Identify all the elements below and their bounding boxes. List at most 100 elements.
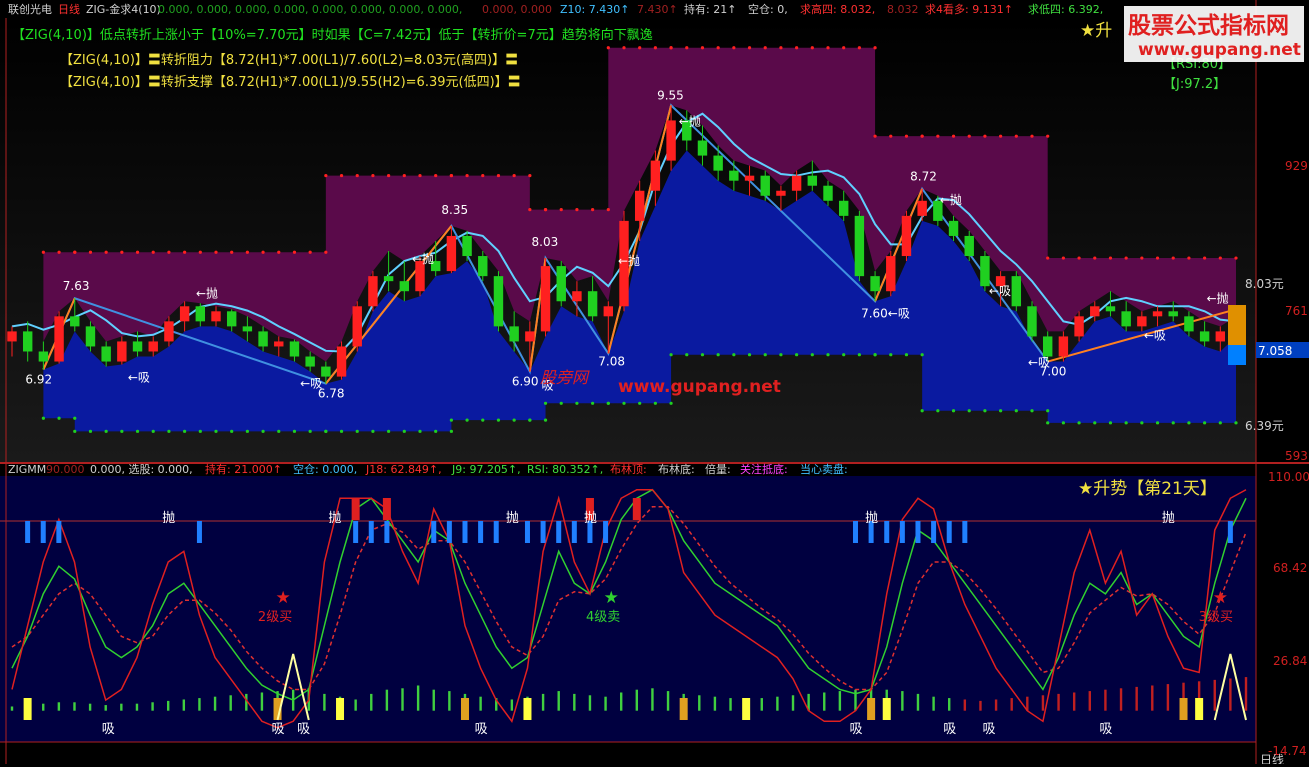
sell-tick [603, 521, 609, 543]
support-dot [920, 353, 924, 357]
support-dot [653, 401, 657, 405]
candle-body [7, 331, 17, 342]
j-note: 【J:97.2】 [1163, 77, 1226, 92]
trend-status: ★升势【第21天】 [1078, 479, 1217, 499]
mid-watermark-cn: 股旁网 [540, 368, 590, 387]
axis-929: 929 [1285, 159, 1308, 173]
volume-bar [88, 703, 92, 711]
support-dot [1155, 421, 1160, 425]
candle-body [493, 276, 504, 327]
candle-body [509, 326, 519, 342]
resistance-dot [591, 208, 595, 212]
pivot-label: ←吸 [989, 284, 1011, 298]
candle-body [556, 266, 566, 302]
lower-j18: J18: 62.849↑, [365, 463, 442, 476]
pivot-label: ←抛 [196, 285, 218, 300]
resistance-dot [779, 46, 783, 50]
support-dot [999, 409, 1003, 413]
resistance-dot [324, 173, 328, 178]
resistance-dot [857, 46, 861, 50]
indicator-name[interactable]: ZIG-金求4(10) [86, 2, 161, 16]
pivot-label: 9.55 [657, 88, 684, 102]
candle-body [854, 215, 865, 277]
support-dot [1234, 421, 1238, 425]
volume-bar [10, 706, 14, 711]
resistance-dot [983, 134, 987, 138]
volume-bar [932, 696, 935, 711]
support-dot [591, 401, 595, 405]
candle-body [744, 175, 755, 181]
pivot-label: 8.03 [532, 235, 559, 249]
volume-bar [479, 696, 482, 711]
volume-bar [198, 698, 201, 711]
resistance-dot [606, 46, 610, 50]
pivot-label: ←吸 [128, 371, 150, 385]
support-dot [292, 429, 297, 433]
support-dot [575, 401, 579, 405]
support-dot [1187, 421, 1191, 425]
support-dot [512, 418, 516, 422]
buy-block [23, 698, 32, 720]
resistance-dot [904, 134, 909, 138]
lower-chiyou: 持有: 21.000↑ [205, 462, 282, 476]
pivot-label: ←抛 [679, 113, 701, 128]
support-dot [151, 429, 155, 433]
candle-body [1042, 336, 1053, 357]
candle-body [1090, 306, 1100, 317]
period-tab[interactable]: 日线 [58, 2, 80, 16]
qiu-gao-si: 求高四: 8.032, [800, 2, 875, 16]
star-icon: ★ [1213, 588, 1228, 608]
support-dot [324, 429, 328, 433]
candle-body [54, 316, 64, 362]
signal-label: 吸 [982, 722, 995, 737]
app-title: 联创光电 [8, 2, 52, 16]
candle-body [368, 276, 378, 307]
signal-label: 吸 [1099, 722, 1112, 737]
support-dot [983, 409, 987, 413]
support-dot [622, 401, 626, 405]
support-dot [418, 429, 422, 433]
axis-7058: 7.058 [1258, 344, 1292, 358]
resistance-dot [1140, 256, 1144, 260]
support-dot [1014, 409, 1018, 413]
support-dot [826, 353, 830, 357]
candle-body [807, 175, 818, 186]
resistance-dot [889, 134, 893, 138]
resistance-dot [1061, 256, 1065, 260]
candle-body [22, 331, 33, 352]
support-dot [936, 409, 940, 413]
support-dot [434, 429, 438, 433]
resistance-dot [512, 173, 516, 178]
support-dot [308, 429, 312, 433]
watermark-title: 股票公式指标网 [1128, 13, 1289, 39]
chart-canvas[interactable]: 7.636.92←抛←吸6.78←吸8.35←抛8.036.90 吸←抛7.089… [0, 0, 1309, 767]
support-dot [795, 353, 799, 357]
sell-tick [915, 521, 921, 543]
resistance-dot [41, 250, 45, 254]
sell-tick [571, 521, 577, 543]
candle-body [713, 155, 723, 171]
volume-bar [1010, 698, 1013, 711]
signal-label: 抛 [1162, 511, 1175, 526]
sell-tick [931, 521, 937, 543]
volume-bar [354, 699, 357, 711]
signal-label: 吸 [297, 722, 310, 737]
signal-label: 吸 [849, 722, 862, 737]
volume-bar [135, 703, 139, 711]
axis-803: 8.03元 [1245, 277, 1284, 291]
resistance-dot [747, 46, 752, 50]
lower-j9: J9: 97.205↑, [451, 463, 521, 476]
volume-bar [1213, 679, 1216, 711]
resistance-dot [371, 173, 375, 178]
candle-body [1152, 311, 1163, 317]
support-dot [747, 353, 752, 357]
sell-tick [524, 521, 530, 543]
candle-body [226, 311, 237, 327]
support-dot [104, 429, 108, 433]
support-dot [481, 418, 485, 422]
lower-indicator-name[interactable]: ZIGMM [8, 463, 46, 476]
resistance-dot [481, 173, 485, 178]
candle-body [870, 276, 880, 292]
resistance-dot [434, 173, 438, 178]
sell-tick [899, 521, 905, 543]
